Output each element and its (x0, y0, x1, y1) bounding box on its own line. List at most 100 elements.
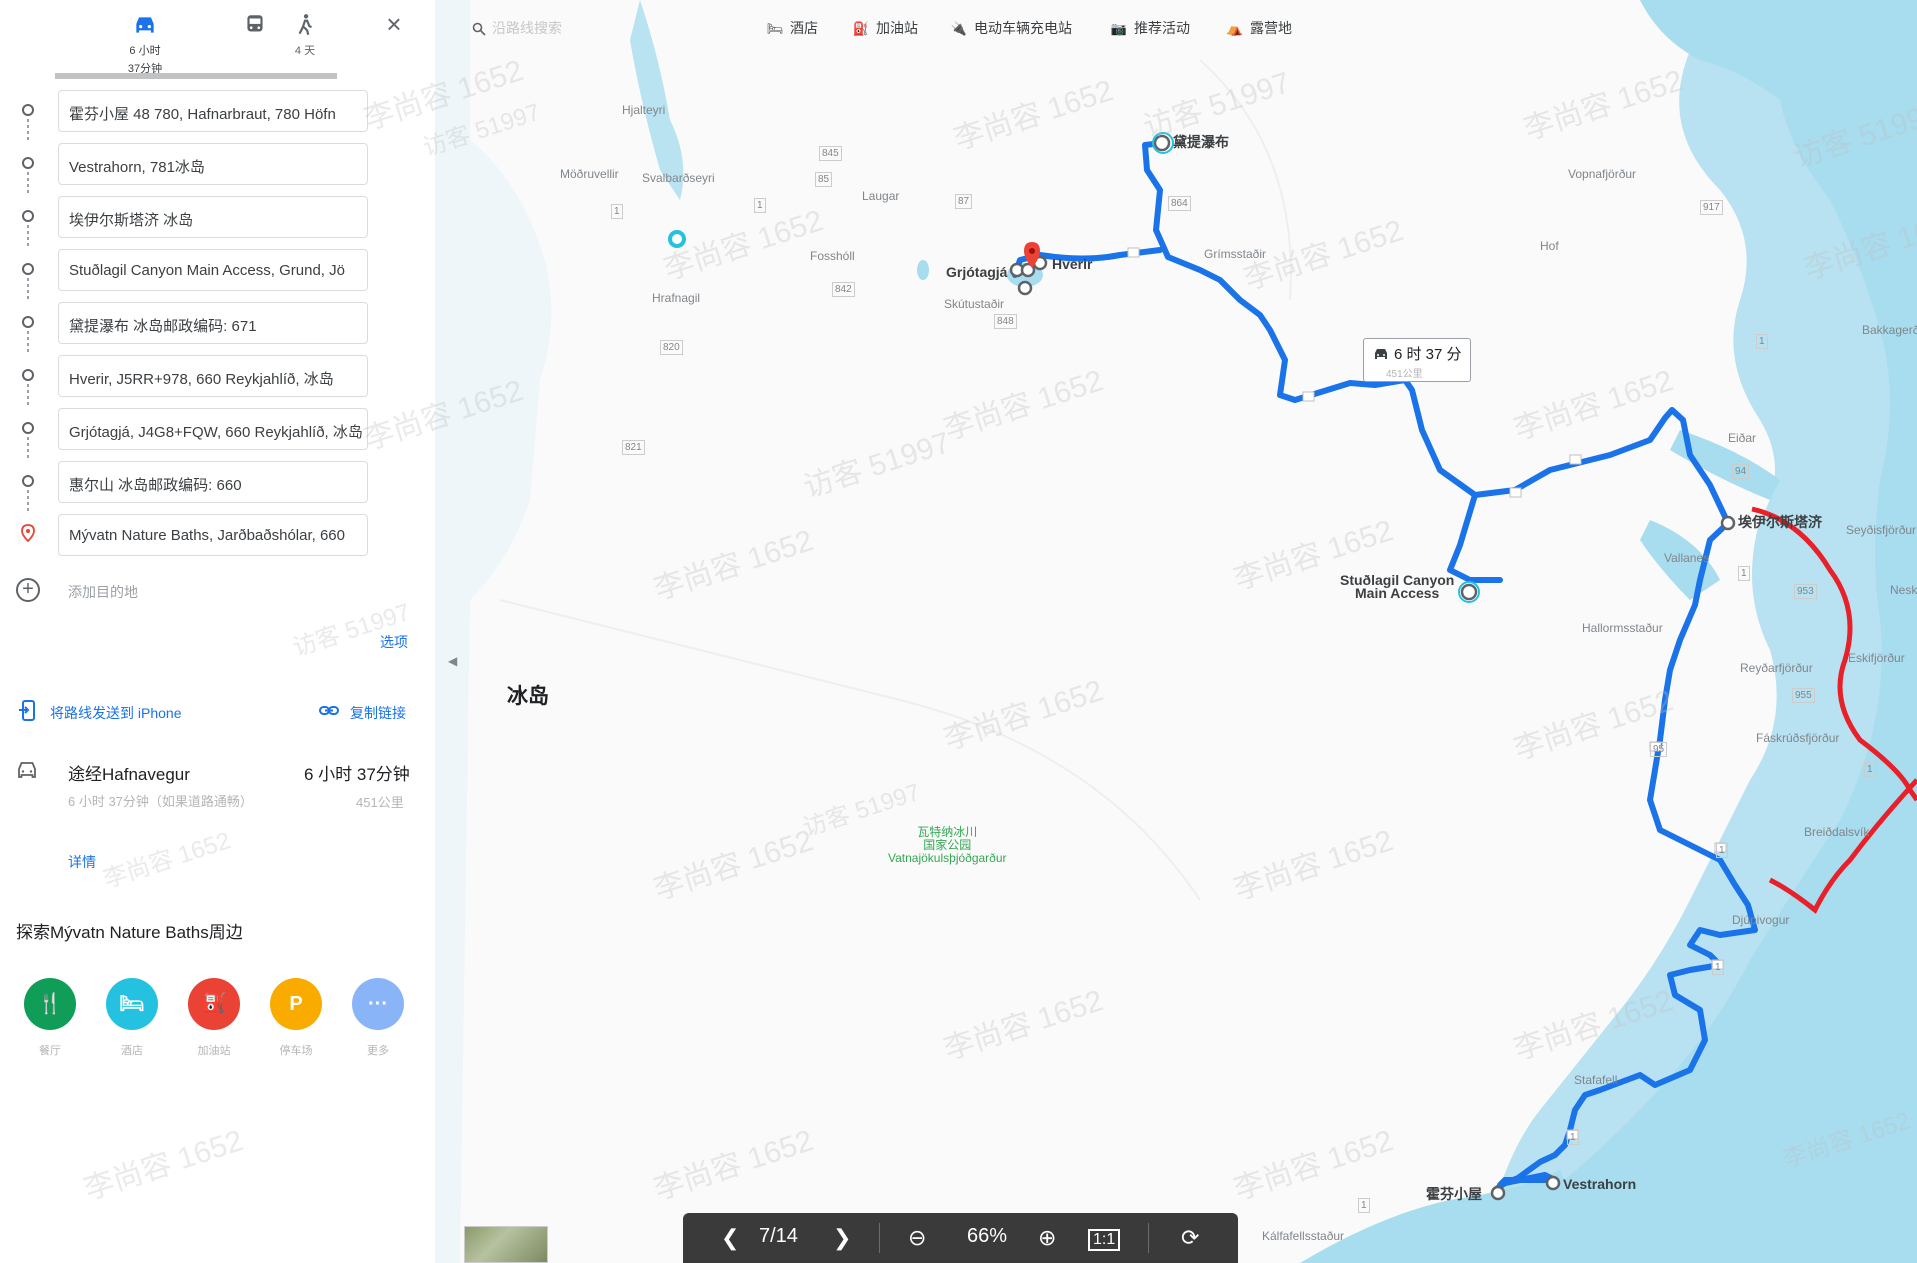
place-kalfafellsstadur: Kálfafellsstaður (1262, 1229, 1345, 1243)
place-vatnajokull[interactable]: 瓦特纳冰川 国家公园 Vatnajökulsþjóðgarður (888, 826, 1007, 865)
place-faskrudsfjordur: Fáskrúðsfjörður (1756, 731, 1840, 745)
road-shield: 821 (622, 440, 645, 455)
route-distance: 451公里 (356, 795, 404, 810)
mode-walking[interactable]: 4 天 (260, 6, 350, 58)
road-shield: 1 (1716, 843, 1728, 858)
place-hof: Hof (1540, 239, 1559, 253)
place-hverir[interactable]: Hverir (1052, 257, 1092, 271)
chip-things-to-do[interactable]: 📷 推荐活动 (1110, 18, 1190, 38)
road-shield: 1 (1567, 1130, 1579, 1145)
category-more[interactable]: ··· 更多 (350, 978, 406, 1058)
place-bakkagerdi: Bakkagerði (1862, 323, 1917, 337)
waypoint-connector (27, 490, 29, 514)
destination-pin-icon[interactable] (21, 524, 35, 542)
waypoint-circle-icon[interactable] (22, 422, 34, 434)
road-shield: 1 (1864, 762, 1876, 777)
place-vopnafjordur: Vopnafjörður (1568, 167, 1637, 181)
send-to-device-icon (19, 700, 35, 721)
search-along-route[interactable]: 沿路线搜索 (472, 18, 562, 38)
chip-ev-charging[interactable]: 🔌 电动车辆充电站 (950, 18, 1072, 38)
place-svalbardseyri: Svalbarðseyri (642, 171, 715, 185)
waypoint-connector (27, 278, 29, 302)
rotate-icon[interactable]: ⟳ (1181, 1225, 1199, 1251)
chip-hotel-label: 酒店 (790, 20, 818, 36)
waypoint-field[interactable]: Hverir, J5RR+978, 660 Reykjahlíð, 冰岛 (58, 355, 368, 397)
road-shield: 85 (815, 172, 833, 187)
waypoint: Stuðlagil Canyon Main Access, Grund, Jö (0, 249, 435, 302)
next-page-icon[interactable]: ❯ (833, 1225, 851, 1251)
explore-nearby-title: 探索Mývatn Nature Baths周边 (16, 923, 243, 942)
close-icon[interactable]: × (380, 10, 408, 38)
place-studlagil[interactable]: Stuðlagil Canyon Main Access (1340, 573, 1454, 600)
chip-gas-station[interactable]: ⛽ 加油站 (852, 18, 918, 38)
waypoint-connector (27, 172, 29, 196)
place-eskifjordur: Eskifjörður (1848, 651, 1905, 665)
zoom-in-icon[interactable]: ⊕ (1038, 1225, 1056, 1251)
collapse-panel-arrow[interactable]: ◀ (448, 654, 457, 668)
chip-hotel[interactable]: 🛏 酒店 (766, 18, 818, 38)
route-typical-time: 6 小时 37分钟（如果道路通畅） (68, 794, 253, 809)
waypoint-circle-icon[interactable] (22, 369, 34, 381)
place-hjalteyri: Hjalteyri (622, 103, 666, 117)
place-grimsstadir: Grímsstaðir (1204, 247, 1267, 261)
toolbar-divider (1148, 1223, 1149, 1253)
waypoint-list: 霍芬小屋 48 780, Hafnarbraut, 780 Höfn Vestr… (0, 90, 435, 567)
waypoint-field[interactable]: 黛提瀑布 冰岛邮政编码: 671 (58, 302, 368, 344)
destination-field[interactable]: Mývatn Nature Baths, Jarðbaðshólar, 660 (58, 514, 368, 556)
route-option[interactable]: 途经Hafnavegur 6 小时 37分钟 6 小时 37分钟（如果道路通畅）… (0, 752, 435, 872)
place-egilsstadir[interactable]: 埃伊尔斯塔济 (1738, 515, 1822, 529)
category-label: 酒店 (121, 1045, 143, 1057)
waypoint-field[interactable]: Stuðlagil Canyon Main Access, Grund, Jö (58, 249, 368, 291)
place-dettifoss[interactable]: 黛提瀑布 (1173, 135, 1229, 149)
place-grjotagja[interactable]: Grjótagjá (946, 265, 1007, 279)
satellite-layer-thumbnail[interactable] (464, 1226, 548, 1263)
waypoint-circle-icon[interactable] (22, 263, 34, 275)
car-icon (1375, 349, 1387, 359)
route-details-link[interactable]: 详情 (68, 852, 96, 872)
road-shield: 953 (1794, 584, 1817, 599)
waypoint: Grjótagjá, J4G8+FQW, 660 Reykjahlíð, 冰岛 (0, 408, 435, 461)
mode-driving[interactable]: 6 小时 37分钟 (100, 6, 190, 76)
waypoint-circle-icon[interactable] (22, 475, 34, 487)
prev-page-icon[interactable]: ❮ (721, 1225, 739, 1251)
waypoint: Hverir, J5RR+978, 660 Reykjahlíð, 冰岛 (0, 355, 435, 408)
category-restaurants[interactable]: 🍴 餐厅 (22, 978, 78, 1058)
waypoint-circle-icon[interactable] (22, 210, 34, 222)
chip-campground[interactable]: ⛺ 露营地 (1226, 18, 1292, 38)
waypoint-field[interactable]: Vestrahorn, 781冰岛 (58, 143, 368, 185)
waypoint: 霍芬小屋 48 780, Hafnarbraut, 780 Höfn (0, 90, 435, 143)
place-hofn[interactable]: 霍芬小屋 (1426, 1187, 1482, 1201)
waypoint-field[interactable]: 惠尔山 冰岛邮政编码: 660 (58, 461, 368, 503)
mode-walking-time: 4 天 (294, 45, 316, 57)
place-vestrahorn[interactable]: Vestrahorn (1563, 1177, 1636, 1191)
place-hrafnagil: Hrafnagil (652, 291, 701, 305)
toolbar-divider (879, 1223, 880, 1253)
waypoint-field[interactable]: Grjótagjá, J4G8+FQW, 660 Reykjahlíð, 冰岛 (58, 408, 368, 450)
add-icon: + (16, 578, 40, 602)
options-link[interactable]: 选项 (380, 632, 408, 652)
waypoint-circle-icon[interactable] (22, 104, 34, 116)
restaurant-icon: 🍴 (24, 978, 76, 1030)
category-parking[interactable]: P 停车场 (268, 978, 324, 1058)
zoom-level: 66% (967, 1225, 1008, 1247)
waypoint-circle-icon[interactable] (22, 157, 34, 169)
copy-link-label: 复制链接 (350, 705, 406, 721)
route-via: 途经Hafnavegur (68, 765, 190, 784)
actual-size-icon[interactable]: 1:1 (1088, 1229, 1121, 1251)
route-duration-badge[interactable]: 6 时 37 分 451公里 (1363, 338, 1471, 382)
travel-mode-selector: 6 小时 37分钟 4 天 (60, 6, 420, 82)
page-indicator: 7/14 (759, 1225, 798, 1247)
waypoint-destination: Mývatn Nature Baths, Jarðbaðshólar, 660 (0, 514, 435, 567)
waypoint: 埃伊尔斯塔济 冰岛 (0, 196, 435, 249)
waypoint-field[interactable]: 埃伊尔斯塔济 冰岛 (58, 196, 368, 238)
category-hotels[interactable]: 🛏 酒店 (104, 978, 160, 1058)
road-shield: 87 (955, 194, 973, 209)
waypoint-field[interactable]: 霍芬小屋 48 780, Hafnarbraut, 780 Höfn (58, 90, 368, 132)
chip-ev-charging-label: 电动车辆充电站 (974, 20, 1072, 36)
zoom-out-icon[interactable]: ⊖ (908, 1225, 926, 1251)
waypoint-circle-icon[interactable] (22, 316, 34, 328)
chip-gas-station-label: 加油站 (876, 20, 918, 36)
road-shield: 864 (1168, 196, 1191, 211)
category-gas-stations[interactable]: ⛽ 加油站 (186, 978, 242, 1058)
add-destination[interactable]: + 添加目的地 (16, 576, 376, 606)
